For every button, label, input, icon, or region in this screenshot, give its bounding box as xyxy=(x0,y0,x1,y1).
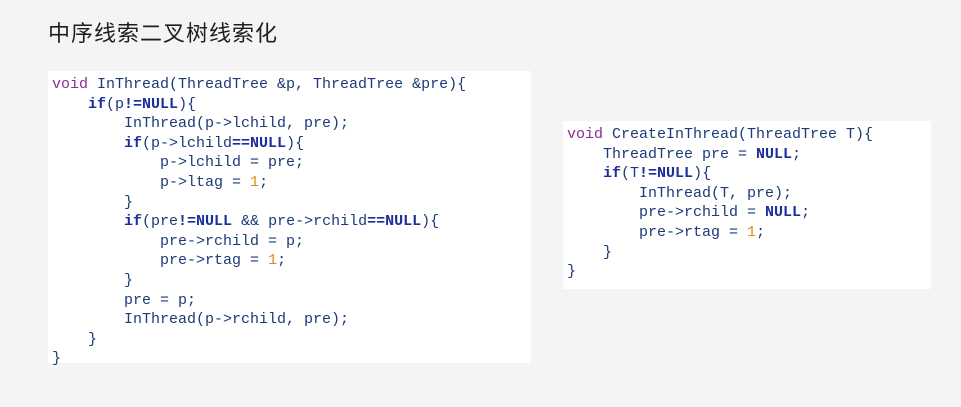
code-token: && pre->rchild xyxy=(232,213,368,231)
code-token: ; xyxy=(277,252,287,270)
code-token: ){ xyxy=(693,165,712,183)
code-line: void InThread(ThreadTree &p, ThreadTree … xyxy=(52,75,519,95)
code-token: ; xyxy=(801,204,811,222)
code-line: if(T!=NULL){ xyxy=(567,164,919,184)
code-token: ==NULL xyxy=(367,213,422,231)
code-token: void xyxy=(567,126,604,143)
code-token: NULL xyxy=(765,204,802,222)
code-line: } xyxy=(52,271,519,291)
code-token: pre->rchild = xyxy=(639,204,766,222)
code-token: (pre xyxy=(142,213,179,231)
code-line: pre->rtag = 1; xyxy=(567,223,919,243)
code-token: ==NULL xyxy=(232,134,287,152)
code-token: ; xyxy=(259,173,269,191)
code-token: !=NULL xyxy=(124,95,179,113)
code-token: } xyxy=(88,330,98,348)
code-token: InThread(T, pre); xyxy=(639,184,793,202)
code-token: if xyxy=(124,134,143,152)
code-line: if(p->lchild==NULL){ xyxy=(52,134,519,154)
code-token: !=NULL xyxy=(639,165,694,183)
code-token: (p->lchild xyxy=(142,134,233,152)
code-token: InThread(p->lchild, pre); xyxy=(124,115,350,133)
code-line: p->lchild = pre; xyxy=(52,153,519,173)
code-token: ){ xyxy=(178,95,197,113)
code-token: pre = p; xyxy=(124,291,197,309)
code-token: (T xyxy=(621,165,640,183)
code-token: 1 xyxy=(268,252,278,270)
code-line: } xyxy=(52,193,519,213)
code-line: } xyxy=(567,262,919,282)
code-line: p->ltag = 1; xyxy=(52,173,519,193)
code-token: if xyxy=(603,165,622,183)
code-line: ThreadTree pre = NULL; xyxy=(567,145,919,165)
code-line: void CreateInThread(ThreadTree T){ xyxy=(567,125,919,145)
code-token: } xyxy=(124,271,134,289)
code-token: } xyxy=(52,350,62,368)
code-line: pre->rtag = 1; xyxy=(52,251,519,271)
code-token: (p xyxy=(106,95,125,113)
code-line: if(p!=NULL){ xyxy=(52,95,519,115)
code-token: InThread(ThreadTree &p, ThreadTree &pre)… xyxy=(88,76,467,93)
code-line: } xyxy=(52,349,519,369)
code-line: InThread(p->lchild, pre); xyxy=(52,114,519,134)
code-token: void xyxy=(52,76,89,93)
code-token: if xyxy=(124,213,143,231)
code-token: ){ xyxy=(421,213,440,231)
code-block-inthread: void InThread(ThreadTree &p, ThreadTree … xyxy=(48,71,531,367)
code-token: } xyxy=(124,193,134,211)
code-line: pre->rchild = p; xyxy=(52,232,519,252)
code-token: } xyxy=(567,263,577,281)
code-token: p->ltag = xyxy=(160,173,251,191)
code-token: } xyxy=(603,243,613,261)
code-line: InThread(p->rchild, pre); xyxy=(52,310,519,330)
code-token: !=NULL xyxy=(178,213,233,231)
code-token: p->lchild = pre; xyxy=(160,154,305,172)
code-token: pre->rtag = xyxy=(160,252,269,270)
page-title: 中序线索二叉树线索化 xyxy=(48,22,279,47)
code-line: pre = p; xyxy=(52,291,519,311)
code-token: ){ xyxy=(286,134,305,152)
code-token: InThread(p->rchild, pre); xyxy=(124,311,350,329)
code-line: } xyxy=(52,330,519,350)
code-block-createinthread: void CreateInThread(ThreadTree T){ Threa… xyxy=(563,121,931,289)
code-line: pre->rchild = NULL; xyxy=(567,203,919,223)
code-token: ; xyxy=(756,223,766,241)
code-token: 1 xyxy=(747,223,757,241)
code-token: pre->rtag = xyxy=(639,223,748,241)
code-token: if xyxy=(88,95,107,113)
code-token: NULL xyxy=(756,145,793,163)
code-line: } xyxy=(567,243,919,263)
code-line: InThread(T, pre); xyxy=(567,184,919,204)
code-token: ; xyxy=(792,145,802,163)
code-token: ThreadTree pre = xyxy=(603,145,757,163)
code-line: if(pre!=NULL && pre->rchild==NULL){ xyxy=(52,212,519,232)
code-token: 1 xyxy=(250,173,260,191)
code-token: pre->rchild = p; xyxy=(160,232,305,250)
code-token: CreateInThread(ThreadTree T){ xyxy=(603,126,874,143)
